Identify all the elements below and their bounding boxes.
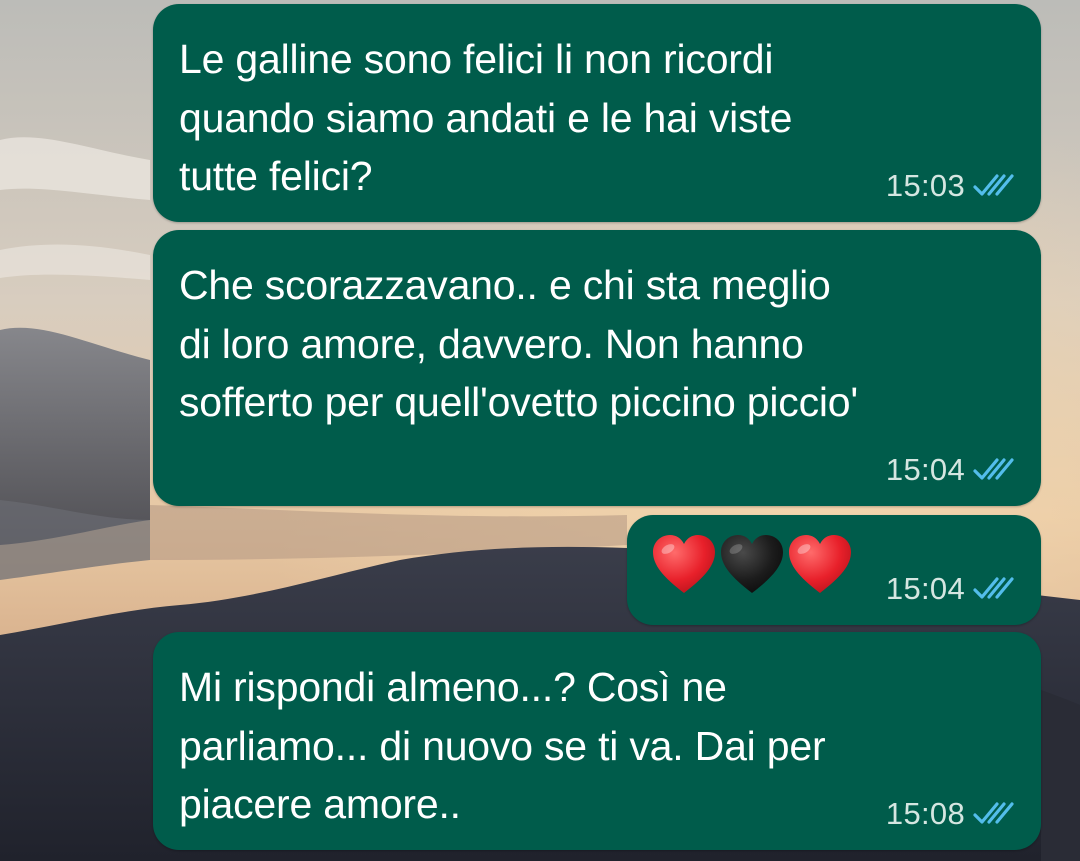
message-bubble-outgoing[interactable]: Mi rispondi almeno...? Così ne parliamo.…: [153, 632, 1041, 850]
message-meta: 15:08: [886, 796, 1017, 832]
message-list[interactable]: Le galline sono felici li non ricordi qu…: [0, 0, 1080, 861]
message-meta: 15:04: [886, 571, 1017, 607]
red-heart-icon: [787, 533, 853, 595]
message-bubble-outgoing[interactable]: Che scorazzavano.. e chi sta meglio di l…: [153, 230, 1041, 506]
message-bubble-outgoing[interactable]: Le galline sono felici li non ricordi qu…: [153, 4, 1041, 222]
message-time: 15:04: [885, 571, 965, 606]
message-meta: 15:04: [886, 452, 1017, 488]
emoji-row: [651, 533, 853, 595]
message-meta: 15:03: [886, 168, 1017, 204]
message-time: 15:08: [885, 796, 965, 831]
black-heart-icon: [719, 533, 785, 595]
message-bubble-outgoing-emoji[interactable]: 15:04: [627, 515, 1041, 625]
double-check-read-icon: [973, 576, 1017, 602]
red-heart-icon: [651, 533, 717, 595]
double-check-read-icon: [973, 173, 1017, 199]
double-check-read-icon: [973, 457, 1017, 483]
message-time: 15:03: [885, 168, 965, 203]
message-text: Che scorazzavano.. e chi sta meglio di l…: [179, 262, 859, 425]
message-time: 15:04: [885, 452, 965, 487]
double-check-read-icon: [973, 801, 1017, 827]
